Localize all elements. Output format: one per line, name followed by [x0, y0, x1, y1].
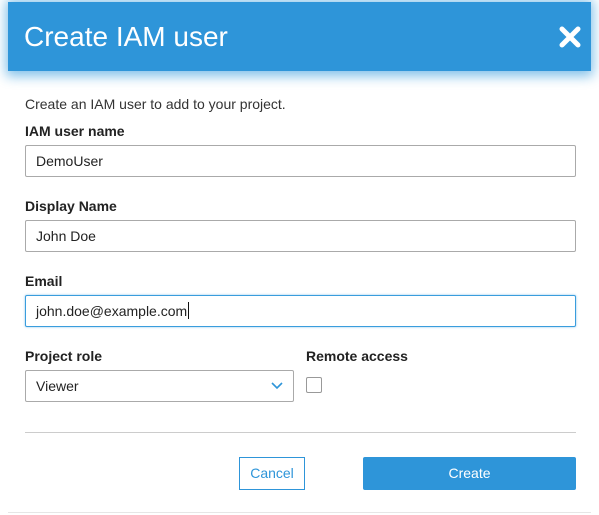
dialog-title: Create IAM user — [24, 21, 228, 52]
create-button[interactable]: Create — [363, 457, 576, 490]
username-value: DemoUser — [36, 153, 103, 169]
intro-text: Create an IAM user to add to your projec… — [25, 96, 286, 112]
username-input[interactable]: DemoUser — [25, 145, 576, 177]
project-role-label: Project role — [25, 348, 103, 364]
email-label: Email — [25, 273, 63, 289]
project-role-select[interactable]: Viewer — [25, 370, 294, 402]
display-name-input[interactable]: John Doe — [25, 220, 576, 252]
remote-access-checkbox[interactable] — [306, 377, 322, 393]
close-icon — [559, 26, 581, 48]
close-button[interactable] — [559, 26, 581, 48]
chevron-down-icon — [271, 382, 283, 390]
create-iam-user-dialog: Create IAM user Create an IAM user to ad… — [0, 0, 599, 515]
remote-access-label: Remote access — [306, 348, 408, 364]
cancel-button[interactable]: Cancel — [239, 457, 305, 490]
divider — [25, 432, 576, 433]
username-label: IAM user name — [25, 123, 125, 139]
email-input[interactable]: john.doe@example.com — [25, 295, 576, 327]
project-role-value: Viewer — [36, 378, 79, 394]
email-value: john.doe@example.com — [36, 303, 188, 319]
dialog-header: Create IAM user — [8, 2, 591, 71]
display-name-label: Display Name — [25, 198, 117, 214]
dialog-bottom-edge — [8, 512, 591, 513]
text-caret — [188, 302, 190, 319]
display-name-value: John Doe — [36, 228, 96, 244]
